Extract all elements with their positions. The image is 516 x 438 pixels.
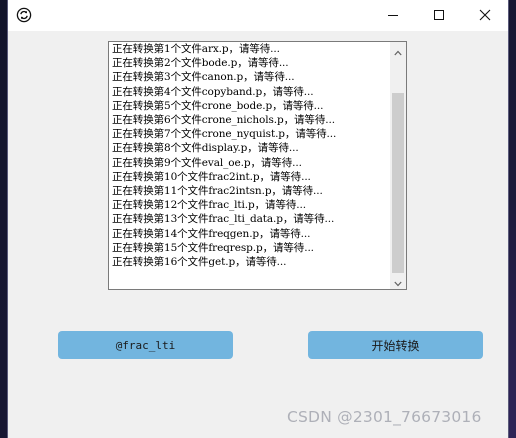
log-line: 正在转换第5个文件crone_bode.p，请等待... [112, 99, 324, 112]
maximize-icon [433, 6, 445, 25]
scroll-up-button[interactable] [390, 42, 406, 58]
vertical-scrollbar[interactable] [390, 42, 406, 289]
maximize-button[interactable] [416, 0, 462, 31]
scroll-down-arrow-icon [394, 272, 402, 290]
log-line: 正在转换第2个文件bode.p，请等待... [112, 57, 289, 70]
log-line: 正在转换第7个文件crone_nyquist.p，请等待... [112, 128, 337, 141]
close-icon [479, 6, 491, 25]
log-lines: 正在转换第1个文件arx.p，请等待... 正在转换第2个文件bode.p，请等… [112, 42, 390, 269]
conversion-log-textarea[interactable]: 正在转换第1个文件arx.p，请等待... 正在转换第2个文件bode.p，请等… [108, 41, 407, 290]
log-line: 正在转换第16个文件get.p，请等待... [112, 256, 287, 269]
title-bar[interactable] [8, 0, 508, 31]
log-line: 正在转换第6个文件crone_nichols.p，请等待... [112, 114, 335, 127]
app-window: 正在转换第1个文件arx.p，请等待... 正在转换第2个文件bode.p，请等… [8, 0, 508, 438]
scrollbar-thumb[interactable] [392, 93, 404, 273]
log-line: 正在转换第11个文件frac2intsn.p，请等待... [112, 185, 323, 198]
log-line: 正在转换第1个文件arx.p，请等待... [112, 43, 280, 55]
log-line: 正在转换第9个文件eval_oe.p，请等待... [112, 156, 302, 169]
scroll-up-arrow-icon [394, 42, 402, 60]
minimize-button[interactable] [370, 0, 416, 31]
log-line: 正在转换第13个文件frac_lti_data.p，请等待... [112, 213, 335, 226]
log-line: 正在转换第15个文件freqresp.p，请等待... [112, 241, 314, 254]
close-button[interactable] [462, 0, 508, 31]
log-line: 正在转换第12个文件frac_lti.p，请等待... [112, 199, 306, 212]
log-line: 正在转换第10个文件frac2int.p，请等待... [112, 170, 311, 183]
start-conversion-button[interactable]: 开始转换 [308, 331, 483, 359]
watermark-text: CSDN @2301_76673016 [287, 408, 482, 426]
scroll-down-button[interactable] [390, 273, 406, 289]
log-line: 正在转换第8个文件display.p，请等待... [112, 142, 299, 155]
log-line: 正在转换第3个文件canon.p，请等待... [112, 71, 295, 84]
log-line: 正在转换第4个文件copyband.p，请等待... [112, 85, 314, 98]
folder-button[interactable]: @frac_lti [58, 331, 233, 359]
log-line: 正在转换第14个文件freqgen.p，请等待... [112, 227, 311, 240]
refresh-circle-icon [16, 7, 32, 23]
minimize-icon [387, 6, 399, 25]
